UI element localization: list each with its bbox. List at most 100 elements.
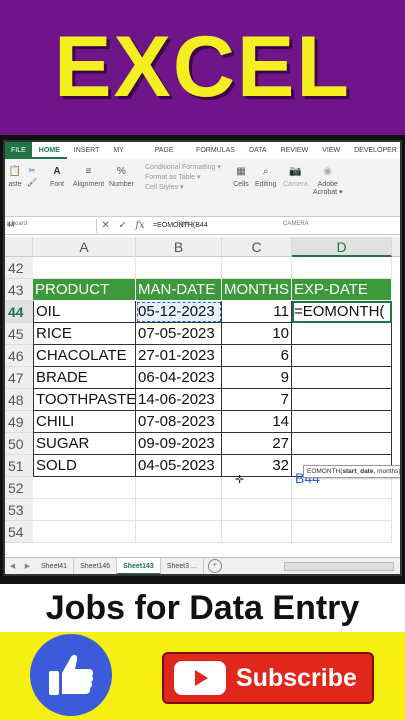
tab-developer[interactable]: DEVELOPER [347,142,400,159]
cell-a53[interactable] [33,499,136,521]
cell-b48[interactable]: 14-06-2023 [136,389,222,411]
cell-d46[interactable] [292,345,392,367]
number-button[interactable]: % Number [109,163,134,189]
column-header-a[interactable]: A [33,237,136,257]
row-header[interactable]: 46 [5,345,33,367]
cell-c42[interactable] [222,257,292,279]
cell-a50[interactable]: SUGAR [33,433,136,455]
column-header-b[interactable]: B [136,237,222,257]
enter-icon[interactable]: ✓ [118,220,126,231]
row-header[interactable]: 50 [5,433,33,455]
cell-c43[interactable]: MONTHS [222,279,292,301]
sheet-tab-sheet146[interactable]: Sheet146 [74,557,118,574]
cell-styles-button[interactable]: Cell Styles ▾ [145,183,221,191]
cell-b42[interactable] [136,257,222,279]
row-header[interactable]: 45 [5,323,33,345]
cell-b51[interactable]: 04-05-2023 [136,455,222,477]
alignment-button[interactable]: ≡ Alignment [73,163,104,189]
tab-home[interactable]: HOME [31,142,67,159]
cell-c49[interactable]: 14 [222,411,292,433]
scissors-icon[interactable]: ✂ [27,165,37,175]
tab-page-layout[interactable]: PAGE LAYOUT [148,142,189,171]
cell-c46[interactable]: 6 [222,345,292,367]
tab-review[interactable]: REVIEW [274,142,316,159]
format-painter-icon[interactable]: 🖌 [27,177,37,187]
prev-sheet-icon[interactable]: ◀ [10,562,15,570]
cut-copy-icons[interactable]: ✂ 🖌 [27,165,37,189]
cell-b52[interactable] [136,477,222,499]
cell-d49[interactable] [292,411,392,433]
cancel-icon[interactable]: ✕ [101,220,109,231]
cell-d44[interactable]: =EOMONTH( [292,301,392,323]
column-header-d[interactable]: D [292,237,392,257]
cell-a51[interactable]: SOLD [33,455,136,477]
row-header[interactable]: 43 [5,279,33,301]
cells-button[interactable]: ▦ Cells [233,163,249,189]
conditional-formatting-button[interactable]: Conditional Formatting ▾ [145,163,221,171]
tab-insert[interactable]: INSERT [67,142,107,159]
insert-function-icon[interactable]: fx [135,220,144,231]
cell-b49[interactable]: 07-08-2023 [136,411,222,433]
tab-view[interactable]: VIEW [315,142,347,159]
row-header[interactable]: 52 [5,477,33,499]
cell-b44[interactable]: 05-12-2023 [136,301,222,323]
cell-c44[interactable]: 11 [222,301,292,323]
editing-button[interactable]: ⌕ Editing [255,163,276,189]
cell-b43[interactable]: MAN-DATE [136,279,222,301]
cell-a42[interactable] [33,257,136,279]
cell-c47[interactable]: 9 [222,367,292,389]
cell-d47[interactable] [292,367,392,389]
cell-d54[interactable] [292,521,392,543]
like-button[interactable] [30,634,112,716]
row-header[interactable]: 53 [5,499,33,521]
sheet-tab-sheet41[interactable]: Sheet41 [35,557,75,574]
row-header[interactable]: 48 [5,389,33,411]
cell-a44[interactable]: OIL [33,301,136,323]
cell-a46[interactable]: CHACOLATE [33,345,136,367]
cell-d53[interactable] [292,499,392,521]
camera-button[interactable]: 📷 Camera [283,163,308,189]
cell-d50[interactable] [292,433,392,455]
cell-a52[interactable] [33,477,136,499]
horizontal-scrollbar[interactable] [284,561,394,571]
select-all-corner[interactable] [5,237,33,257]
row-header[interactable]: 54 [5,521,33,543]
row-header[interactable]: 47 [5,367,33,389]
row-header[interactable]: 49 [5,411,33,433]
next-sheet-icon[interactable]: ▶ [25,562,30,570]
sheet-tab-sheet143[interactable]: Sheet143 [117,557,161,574]
cell-b46[interactable]: 27-01-2023 [136,345,222,367]
paste-button[interactable]: 📋 aste [7,163,23,189]
tab-data[interactable]: DATA [242,142,274,159]
cell-c45[interactable]: 10 [222,323,292,345]
subscribe-button[interactable]: Subscribe [162,652,374,704]
cell-d45[interactable] [292,323,392,345]
cell-c48[interactable]: 7 [222,389,292,411]
tab-my-choice[interactable]: MY CHOICE [106,142,147,171]
cell-b54[interactable] [136,521,222,543]
cell-a54[interactable] [33,521,136,543]
cell-c53[interactable] [222,499,292,521]
sheet-tab-sheet3[interactable]: Sheet3 ... [161,557,204,574]
row-header[interactable]: 42 [5,257,33,279]
adobe-acrobat-button[interactable]: ◉ Adobe Acrobat ▾ [313,163,343,197]
cell-d42[interactable] [292,257,392,279]
row-header[interactable]: 44 [5,301,33,323]
cell-a45[interactable]: RICE [33,323,136,345]
cell-d43[interactable]: EXP-DATE [292,279,392,301]
row-header[interactable]: 51 [5,455,33,477]
tab-formulas[interactable]: FORMULAS [189,142,242,159]
font-button[interactable]: A Font [49,163,65,189]
column-header-c[interactable]: C [222,237,292,257]
cell-c54[interactable] [222,521,292,543]
cell-c52[interactable] [222,477,292,499]
cell-b50[interactable]: 09-09-2023 [136,433,222,455]
tab-file[interactable]: FILE [5,142,32,159]
cell-a48[interactable]: TOOTHPASTE [33,389,136,411]
cell-b47[interactable]: 06-04-2023 [136,367,222,389]
cell-b45[interactable]: 07-05-2023 [136,323,222,345]
cell-c51[interactable]: 32 [222,455,292,477]
cell-c50[interactable]: 27 [222,433,292,455]
cell-b53[interactable] [136,499,222,521]
format-as-table-button[interactable]: Format as Table ▾ [145,173,221,181]
